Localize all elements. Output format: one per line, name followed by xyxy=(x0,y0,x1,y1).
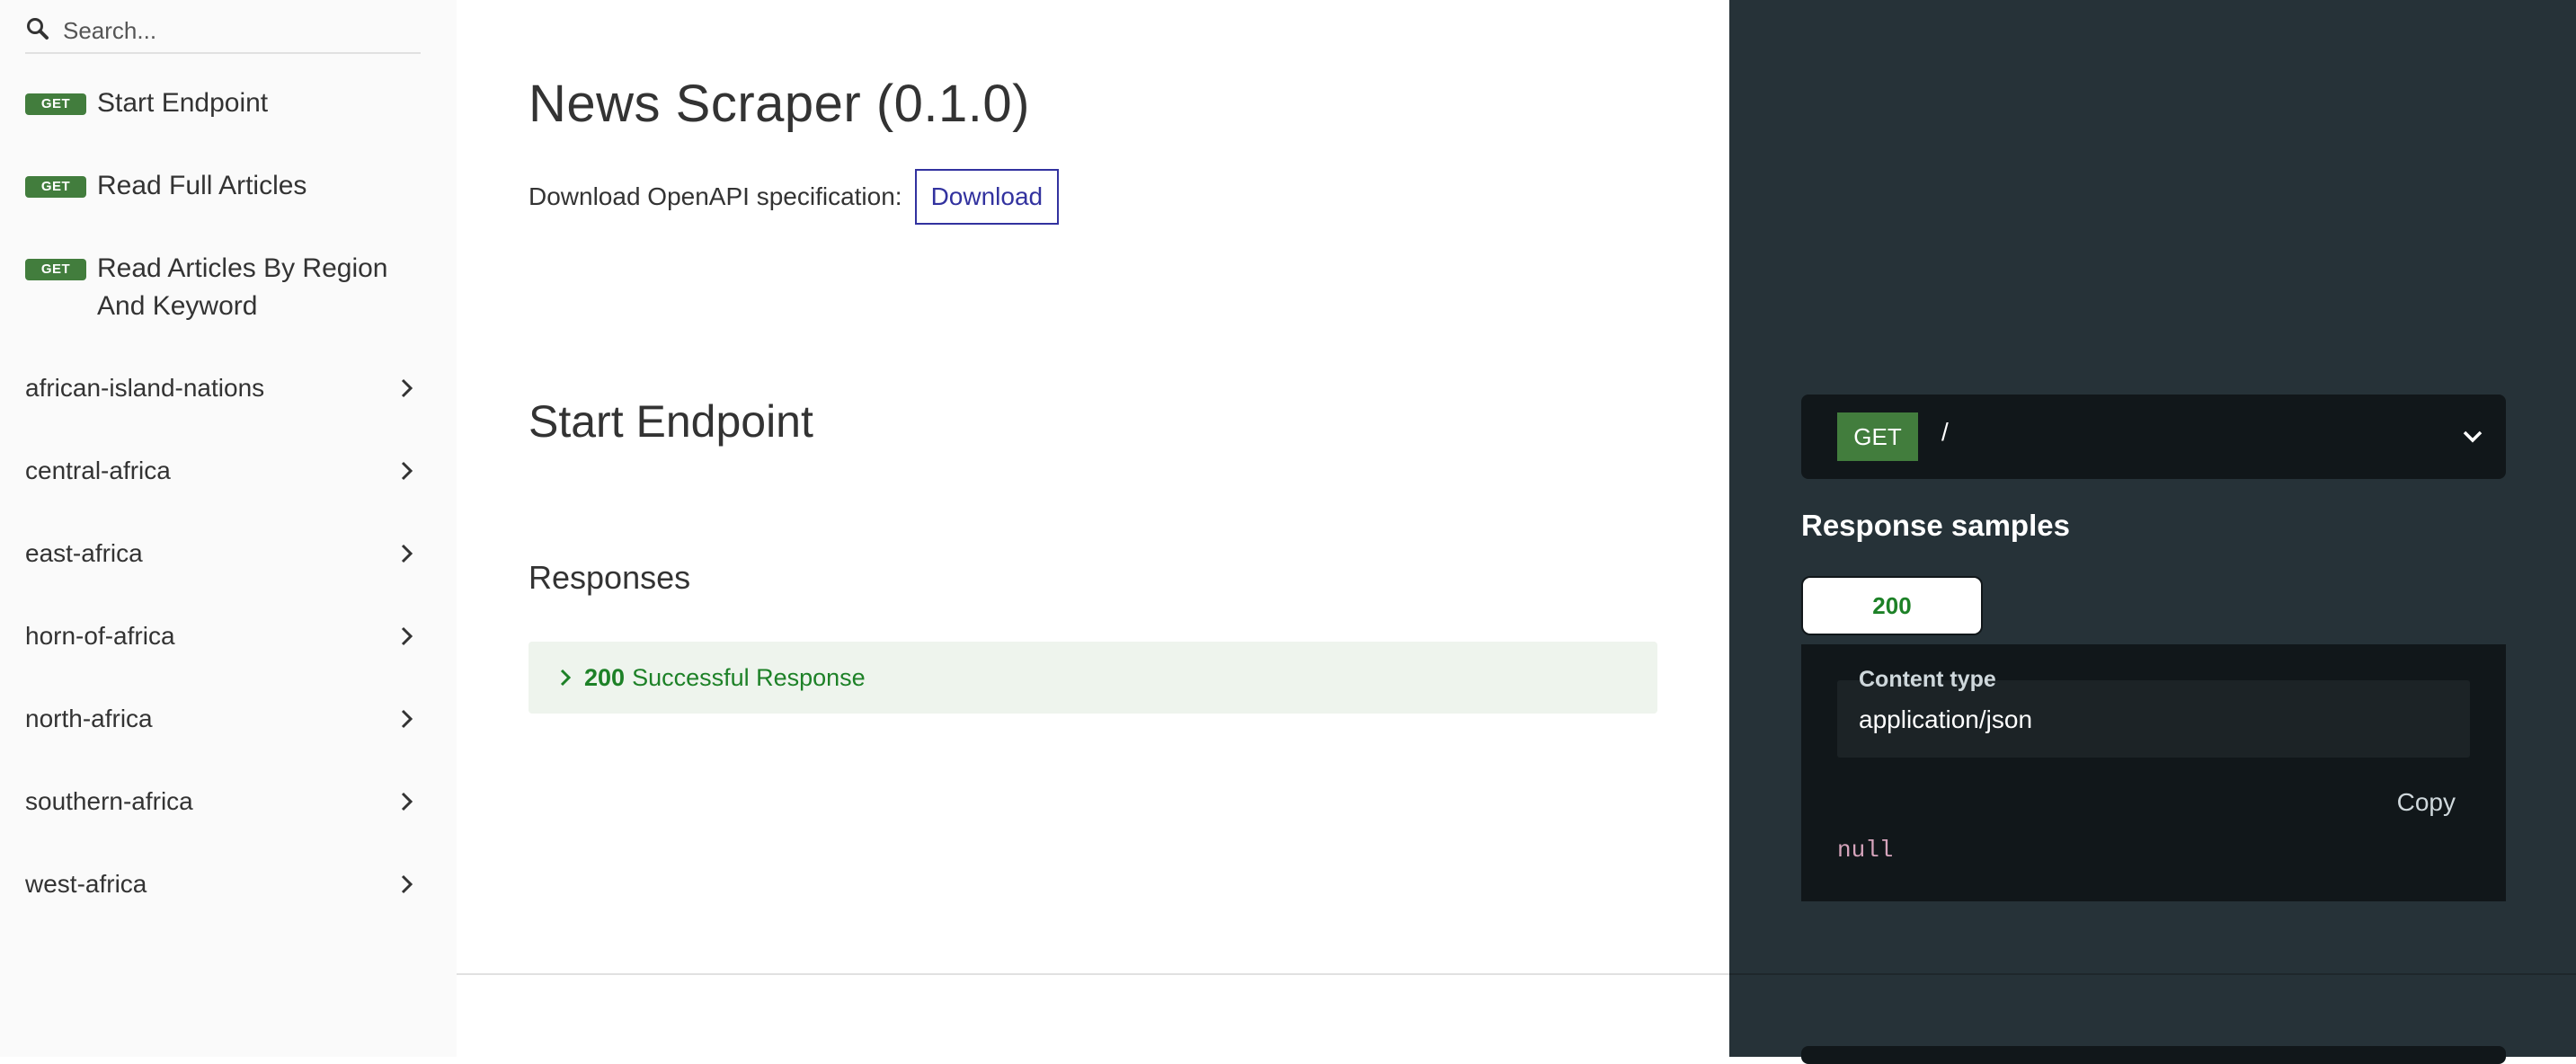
search-icon xyxy=(27,18,49,40)
content-type-value: application/json xyxy=(1859,705,2033,733)
download-button[interactable]: Download xyxy=(914,169,1060,225)
response-200-row[interactable]: 200 Successful Response xyxy=(529,642,1657,714)
sidebar-tag-label: east-africa xyxy=(25,539,143,567)
copy-button[interactable]: Copy xyxy=(2397,788,2456,817)
section-divider xyxy=(1729,973,2576,975)
sidebar-tag-label: west-africa xyxy=(25,870,147,898)
sidebar: GET Start Endpoint GET Read Full Article… xyxy=(0,0,457,1057)
section-divider xyxy=(457,973,1729,975)
sidebar-item-read-articles-by-region-and-keyword[interactable]: GET Read Articles By Region And Keyword xyxy=(25,250,439,325)
sidebar-tag-southern-africa[interactable]: southern-africa xyxy=(25,780,421,823)
endpoint-toggle[interactable]: GET / xyxy=(1801,395,2506,479)
chevron-right-icon xyxy=(401,709,413,729)
chevron-right-icon xyxy=(401,378,413,398)
download-row: Download OpenAPI specification: Download xyxy=(529,169,1060,225)
chevron-right-icon xyxy=(560,669,572,687)
search-box xyxy=(25,11,421,54)
chevron-down-icon xyxy=(2463,430,2483,443)
response-sample-panel: Content type application/json Copy null xyxy=(1801,644,2506,901)
sample-code: null xyxy=(1837,837,1894,864)
tab-200[interactable]: 200 xyxy=(1801,576,1983,635)
sidebar-tag-central-africa[interactable]: central-africa xyxy=(25,449,421,492)
content-type-label: Content type xyxy=(1859,667,1996,692)
search-input[interactable] xyxy=(61,13,412,49)
responses-heading: Responses xyxy=(529,559,691,596)
sidebar-tag-east-africa[interactable]: east-africa xyxy=(25,532,421,575)
api-title: News Scraper (0.1.0) xyxy=(529,75,1030,133)
chevron-right-icon xyxy=(401,461,413,481)
sidebar-item-label: Read Full Articles xyxy=(97,171,307,200)
chevron-right-icon xyxy=(401,792,413,811)
response-samples-heading: Response samples xyxy=(1801,509,2070,542)
chevron-right-icon xyxy=(401,874,413,894)
sidebar-tag-label: north-africa xyxy=(25,705,153,732)
sidebar-item-label: Start Endpoint xyxy=(97,88,269,118)
sidebar-tag-west-africa[interactable]: west-africa xyxy=(25,863,421,906)
get-method-badge: GET xyxy=(25,176,86,198)
main-content: News Scraper (0.1.0) Download OpenAPI sp… xyxy=(457,0,1729,1057)
sidebar-tag-label: southern-africa xyxy=(25,787,193,815)
sidebar-tag-north-africa[interactable]: north-africa xyxy=(25,697,421,740)
right-panel: GET / Response samples 200 Content type … xyxy=(1729,0,2576,1064)
sidebar-item-label: Read Articles By Region And Keyword xyxy=(97,253,388,321)
sidebar-tag-label: horn-of-africa xyxy=(25,622,175,650)
endpoint-path: / xyxy=(1941,418,1949,446)
sidebar-item-read-full-articles[interactable]: GET Read Full Articles xyxy=(25,167,439,205)
operation-title: Start Endpoint xyxy=(529,396,813,447)
response-description: Successful Response xyxy=(632,663,866,691)
next-endpoint-bar[interactable] xyxy=(1801,1046,2506,1064)
sidebar-tag-label: african-island-nations xyxy=(25,374,265,402)
response-code: 200 xyxy=(584,663,626,691)
download-spec-text: Download OpenAPI specification: xyxy=(529,182,902,210)
sidebar-tag-label: central-africa xyxy=(25,457,171,484)
sidebar-tag-african-island-nations[interactable]: african-island-nations xyxy=(25,367,421,410)
get-method-badge: GET xyxy=(25,259,86,280)
chevron-right-icon xyxy=(401,626,413,646)
sidebar-item-start-endpoint[interactable]: GET Start Endpoint xyxy=(25,84,439,122)
content-type-select[interactable]: Content type application/json xyxy=(1837,667,2470,758)
sidebar-tag-horn-of-africa[interactable]: horn-of-africa xyxy=(25,615,421,658)
get-method-badge: GET xyxy=(25,93,86,115)
chevron-right-icon xyxy=(401,544,413,563)
get-method-badge: GET xyxy=(1837,412,1918,461)
